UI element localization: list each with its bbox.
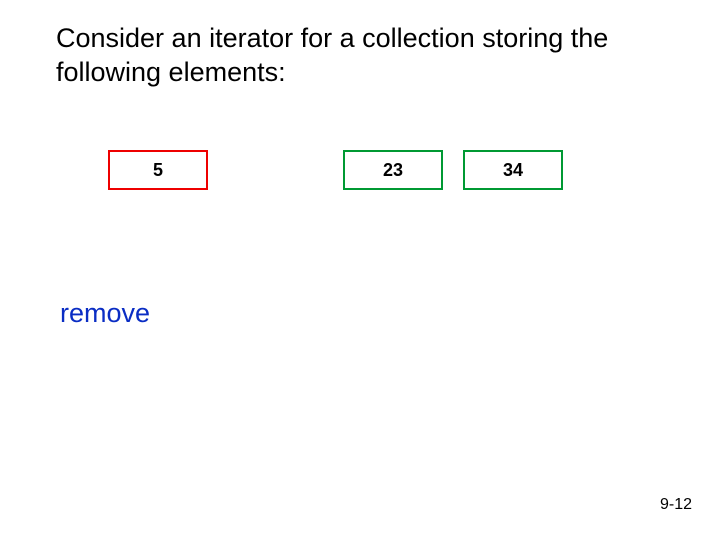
elements-row: 5 23 34: [0, 150, 720, 210]
slide: Consider an iterator for a collection st…: [0, 0, 720, 540]
element-box-1: 5: [108, 150, 208, 190]
action-label: remove: [60, 298, 150, 329]
page-number: 9-12: [660, 496, 692, 514]
slide-heading: Consider an iterator for a collection st…: [56, 22, 666, 90]
element-box-3: 34: [463, 150, 563, 190]
element-box-2: 23: [343, 150, 443, 190]
